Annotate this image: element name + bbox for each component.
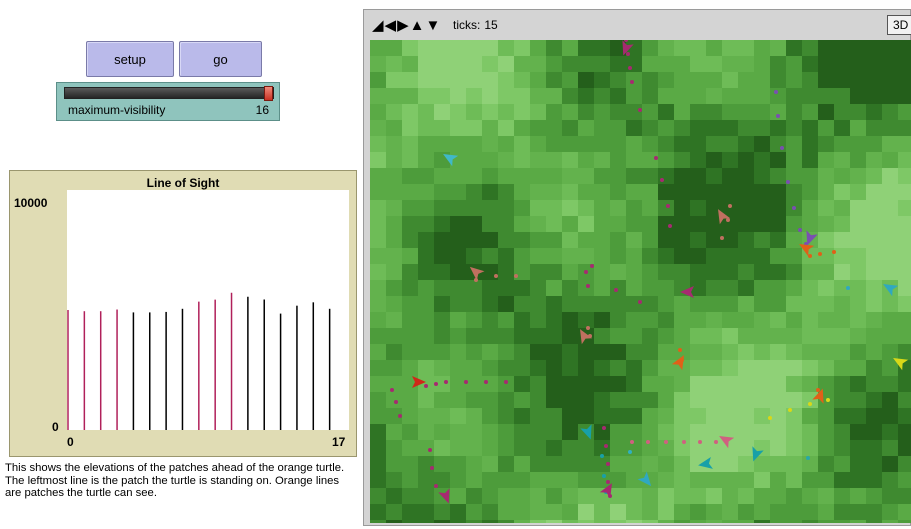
y-tick-min: 0 <box>52 420 59 434</box>
plot-bars <box>67 292 331 430</box>
ticks-label: ticks: <box>453 18 481 32</box>
view-toolbar: ◢◀▶▲▼ ticks: 15 3D <box>364 10 911 40</box>
terrain-grid <box>370 40 911 523</box>
plot-caption: This shows the elevations of the patches… <box>5 462 345 500</box>
setup-button[interactable]: setup <box>86 41 174 77</box>
slider-handle[interactable] <box>264 86 273 101</box>
ticks-counter: ticks: 15 <box>453 18 498 32</box>
ticks-value: 15 <box>484 18 498 32</box>
slider-track[interactable] <box>64 86 274 101</box>
horizontal-arrows-icon[interactable]: ◀▶ <box>385 17 410 34</box>
vertical-arrows-icon[interactable]: ▲▼ <box>410 17 442 34</box>
world-canvas[interactable] <box>370 40 911 523</box>
slider-label: maximum-visibility <box>68 103 166 117</box>
plot-area <box>67 190 349 430</box>
x-tick-min: 0 <box>67 435 74 449</box>
world-view: ◢◀▶▲▼ ticks: 15 3D <box>363 9 911 526</box>
maximum-visibility-slider[interactable]: maximum-visibility 16 <box>56 82 280 121</box>
x-tick-max: 17 <box>332 435 346 449</box>
y-tick-max: 10000 <box>14 196 48 210</box>
line-of-sight-plot: Line of Sight 10000 0 0 17 <box>9 170 357 457</box>
3d-button[interactable]: 3D <box>887 15 911 35</box>
view-controls: ◢◀▶▲▼ <box>372 16 441 34</box>
go-button[interactable]: go <box>179 41 262 77</box>
slider-value: 16 <box>255 103 269 117</box>
resize-icon[interactable]: ◢ <box>372 17 385 34</box>
plot-title: Line of Sight <box>146 176 220 190</box>
